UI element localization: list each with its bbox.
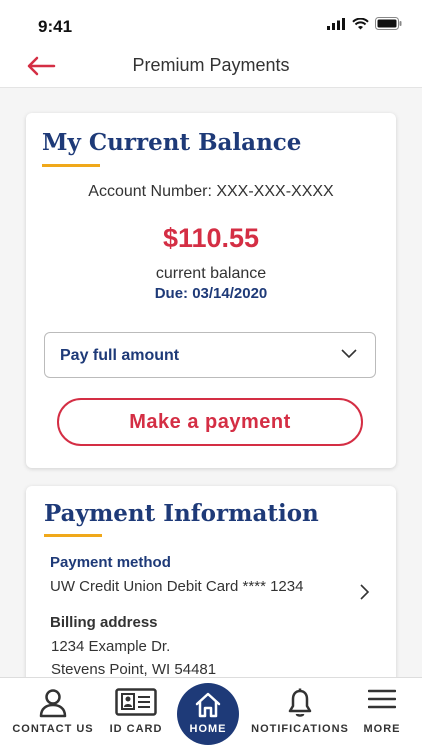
payment-card-title: Payment Information xyxy=(44,500,319,527)
balance-card-title: My Current Balance xyxy=(42,129,302,156)
tab-label: HOME xyxy=(189,723,227,735)
payment-amount-select[interactable]: Pay full amount xyxy=(44,332,376,378)
content-area[interactable]: My Current Balance Account Number: XXX-X… xyxy=(0,89,422,677)
bell-icon xyxy=(288,688,312,717)
tab-label: MORE xyxy=(363,723,401,735)
tab-label: CONTACT US xyxy=(12,723,94,735)
title-underline xyxy=(42,164,100,167)
make-payment-button[interactable]: Make a payment xyxy=(57,398,363,446)
tab-notifications[interactable]: NOTIFICATIONS xyxy=(250,678,350,750)
chevron-down-icon xyxy=(341,349,357,359)
signal-icon xyxy=(327,17,345,30)
payment-method-label: Payment method xyxy=(50,554,171,571)
address-line-2: Stevens Point, WI 54481 xyxy=(51,661,217,677)
account-number: Account Number: XXX-XXX-XXXX xyxy=(88,183,334,200)
tab-label: ID CARD xyxy=(109,723,163,735)
payment-method-value: UW Credit Union Debit Card **** 1234 xyxy=(50,578,304,595)
tab-bar: CONTACT US ID CARD HOME NOTIFICATIONS MO… xyxy=(0,677,422,750)
payment-method-row[interactable]: Payment method UW Credit Union Debit Car… xyxy=(26,550,396,610)
address-line-1: 1234 Example Dr. xyxy=(51,638,171,655)
payment-info-card: Payment Information Payment method UW Cr… xyxy=(26,486,396,677)
select-value: Pay full amount xyxy=(60,347,180,364)
id-card-icon xyxy=(115,688,157,716)
due-date: Due: 03/14/2020 xyxy=(154,285,268,302)
chevron-right-icon xyxy=(360,584,370,600)
billing-address-label: Billing address xyxy=(50,614,158,631)
status-icons xyxy=(327,17,402,30)
battery-icon xyxy=(375,17,402,30)
tab-home[interactable]: HOME xyxy=(177,683,239,745)
balance-card: My Current Balance Account Number: XXX-X… xyxy=(26,113,396,468)
status-bar: 9:41 xyxy=(0,0,422,44)
tab-id-card[interactable]: ID CARD xyxy=(98,678,174,750)
balance-label: current balance xyxy=(155,265,267,282)
tab-contact-us[interactable]: CONTACT US xyxy=(6,678,100,750)
nav-bar: Premium Payments xyxy=(0,44,422,88)
status-time: 9:41 xyxy=(38,17,73,36)
tab-label: NOTIFICATIONS xyxy=(251,723,349,735)
page-title: Premium Payments xyxy=(132,55,290,75)
wifi-icon xyxy=(352,17,369,29)
tab-more[interactable]: MORE xyxy=(354,678,410,750)
home-icon xyxy=(195,692,221,718)
title-underline xyxy=(44,534,102,537)
balance-amount: $110.55 xyxy=(162,223,260,253)
menu-icon xyxy=(368,689,396,709)
person-icon xyxy=(39,689,67,718)
